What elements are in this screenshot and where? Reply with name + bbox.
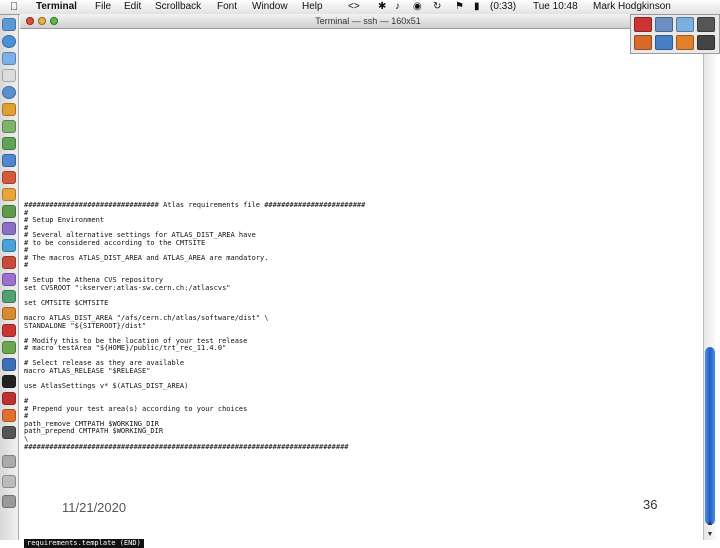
app-icon[interactable] bbox=[655, 35, 673, 50]
vertical-scrollbar[interactable]: ▲ ▲ ▼ bbox=[703, 29, 716, 540]
app-palette bbox=[630, 14, 720, 54]
sync-icon[interactable]: ↻ bbox=[433, 0, 441, 14]
documents-stack-icon[interactable] bbox=[2, 475, 16, 488]
preview-icon[interactable] bbox=[2, 392, 16, 405]
textedit-icon[interactable] bbox=[2, 120, 16, 133]
app-icon-teal[interactable] bbox=[2, 290, 16, 303]
menu-file[interactable]: File bbox=[95, 0, 111, 14]
app-icon-scarlet[interactable] bbox=[2, 324, 16, 337]
trash-icon[interactable] bbox=[2, 495, 16, 508]
scroll-up-arrow-icon-bottom[interactable]: ▲ bbox=[706, 519, 714, 529]
x11-icon[interactable] bbox=[634, 17, 652, 32]
scroll-down-arrow-icon[interactable]: ▼ bbox=[706, 530, 714, 540]
ical-icon[interactable] bbox=[2, 69, 16, 82]
app-icon-orange[interactable] bbox=[2, 188, 16, 201]
bluetooth-icon[interactable]: ✱ bbox=[378, 0, 386, 14]
scroll-thumb[interactable] bbox=[705, 347, 715, 525]
itunes-icon[interactable] bbox=[2, 86, 16, 99]
battery-icon[interactable]: ▮ bbox=[474, 0, 480, 14]
app-icon-cyan[interactable] bbox=[2, 239, 16, 252]
slide-date: 11/21/2020 bbox=[62, 500, 127, 515]
app-icon-violet[interactable] bbox=[2, 273, 16, 286]
volume-icon[interactable]: ♪ bbox=[395, 0, 400, 14]
menubar-clock[interactable]: Tue 10:48 bbox=[533, 0, 578, 14]
firefox-icon[interactable] bbox=[676, 35, 694, 50]
window-title: Terminal — ssh — 160x51 bbox=[315, 16, 421, 26]
pager-status-line: requirements.template (END) bbox=[24, 539, 144, 548]
app-icon-blue[interactable] bbox=[2, 154, 16, 167]
face-icon[interactable] bbox=[655, 17, 673, 32]
dock bbox=[0, 15, 19, 540]
menu-scrollback[interactable]: Scrollback bbox=[155, 0, 201, 14]
app-menu-terminal[interactable]: Terminal bbox=[36, 0, 77, 14]
mail-icon[interactable] bbox=[2, 52, 16, 65]
zoom-button[interactable] bbox=[50, 17, 58, 25]
menu-window[interactable]: Window bbox=[252, 0, 288, 14]
battery-time[interactable]: (0:33) bbox=[490, 0, 516, 14]
terminal-icon[interactable] bbox=[2, 375, 16, 388]
app-icon-olive[interactable] bbox=[2, 205, 16, 218]
minimize-button[interactable] bbox=[38, 17, 46, 25]
script-menu-icon[interactable]: <> bbox=[348, 0, 360, 14]
wifi-icon[interactable]: ◉ bbox=[413, 0, 422, 14]
menu-font[interactable]: Font bbox=[217, 0, 237, 14]
app-icon-amber[interactable] bbox=[2, 307, 16, 320]
terminal-content[interactable]: ################################ Atlas r… bbox=[20, 29, 702, 548]
safari-icon[interactable] bbox=[2, 35, 16, 48]
apple-menu-icon[interactable]:  bbox=[10, 0, 18, 14]
system-preferences-icon[interactable] bbox=[2, 426, 16, 439]
camera-icon[interactable] bbox=[697, 17, 715, 32]
mail-icon[interactable] bbox=[676, 17, 694, 32]
terminal-output[interactable]: ################################ Atlas r… bbox=[24, 201, 365, 451]
window-titlebar[interactable]: Terminal — ssh — 160x51 bbox=[20, 14, 716, 29]
app-icon-purple[interactable] bbox=[2, 222, 16, 235]
app-icon-green[interactable] bbox=[2, 137, 16, 150]
close-button[interactable] bbox=[26, 17, 34, 25]
user-menu[interactable]: Mark Hodgkinson bbox=[593, 0, 671, 14]
menu-edit[interactable]: Edit bbox=[124, 0, 141, 14]
app-icon-tangerine[interactable] bbox=[2, 409, 16, 422]
app-icon-lime[interactable] bbox=[2, 341, 16, 354]
tool-icon[interactable] bbox=[634, 35, 652, 50]
app-icon-red[interactable] bbox=[2, 171, 16, 184]
terminal-window: Terminal — ssh — 160x51 ################… bbox=[20, 14, 716, 548]
app-icon-2[interactable] bbox=[697, 35, 715, 50]
iphoto-icon[interactable] bbox=[2, 103, 16, 116]
finder-icon[interactable] bbox=[2, 18, 16, 31]
downloads-stack-icon[interactable] bbox=[2, 455, 16, 468]
app-icon-navy[interactable] bbox=[2, 358, 16, 371]
menu-bar:  Terminal File Edit Scrollback Font Win… bbox=[0, 0, 720, 15]
app-icon-crimson[interactable] bbox=[2, 256, 16, 269]
slide-page-number: 36 bbox=[643, 497, 658, 512]
menu-help[interactable]: Help bbox=[302, 0, 323, 14]
flag-icon[interactable]: ⚑ bbox=[455, 0, 464, 14]
